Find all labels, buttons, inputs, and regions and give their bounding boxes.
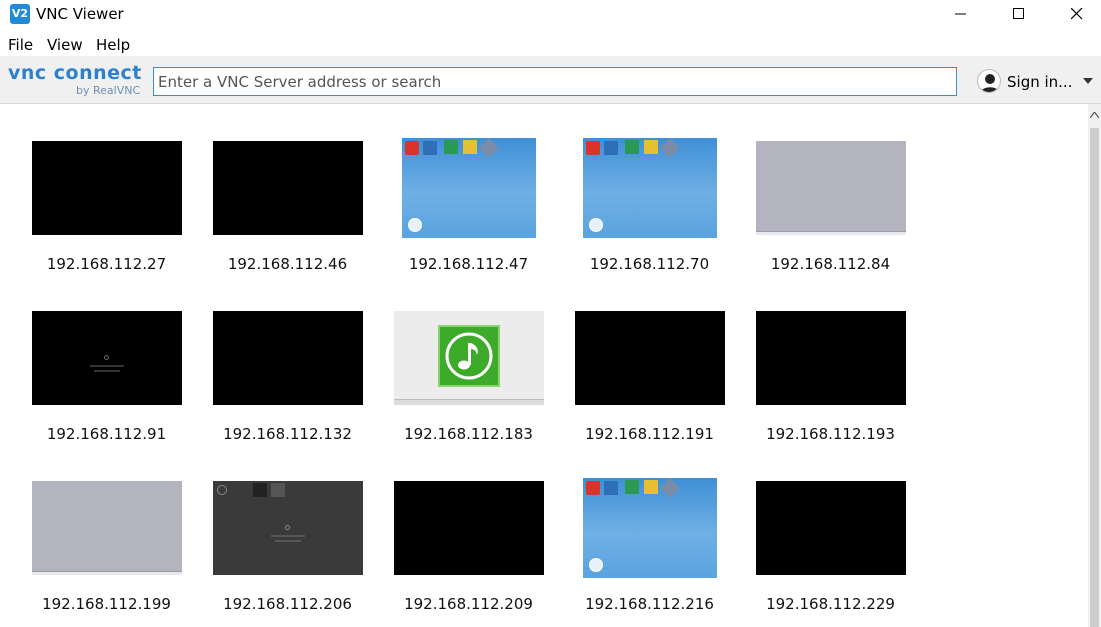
- menu-view[interactable]: View: [47, 36, 83, 54]
- host-address-label: 192.168.112.216: [585, 595, 714, 613]
- host-address-label: 192.168.112.199: [42, 595, 171, 613]
- host-tile[interactable]: 192.168.112.193: [740, 308, 921, 458]
- host-preview: [213, 141, 363, 235]
- host-tile[interactable]: 192.168.112.216: [559, 478, 740, 627]
- app-shortcut-icon: [586, 481, 600, 495]
- host-address-label: 192.168.112.47: [408, 255, 529, 273]
- desktop-logo-icon: [408, 218, 422, 232]
- app-shortcut-icon: [444, 140, 458, 154]
- search-input[interactable]: [153, 67, 957, 96]
- vnc-connect-logo: vnc connect by RealVNC: [8, 62, 144, 98]
- host-tile[interactable]: 192.168.112.84: [740, 138, 921, 288]
- host-tile[interactable]: 192.168.112.47: [378, 138, 559, 288]
- close-icon: [1071, 8, 1083, 20]
- host-preview: [213, 481, 363, 575]
- host-preview: [32, 141, 182, 235]
- host-address-label: 192.168.112.193: [766, 425, 895, 443]
- app-shortcut-icon: [625, 140, 639, 154]
- host-preview: [394, 311, 544, 405]
- host-preview: [756, 481, 906, 575]
- host-preview: [756, 311, 906, 405]
- host-tile[interactable]: 192.168.112.229: [740, 478, 921, 627]
- app-shortcut-icon: [625, 480, 639, 494]
- app-shortcut-icon: [586, 141, 600, 155]
- app-shortcut-icon: [405, 141, 419, 155]
- sign-in-button[interactable]: Sign in...: [977, 69, 1101, 95]
- host-address-label: 192.168.112.91: [46, 425, 167, 443]
- host-tile[interactable]: 192.168.112.206: [197, 478, 378, 627]
- desktop-logo-icon: [589, 558, 603, 572]
- maximize-icon: [1013, 8, 1024, 19]
- close-button[interactable]: [1054, 0, 1100, 30]
- vertical-scrollbar[interactable]: [1088, 104, 1101, 627]
- host-preview: [583, 478, 717, 578]
- host-tile[interactable]: 192.168.112.70: [559, 138, 740, 288]
- app-shortcut-icon: [604, 481, 618, 495]
- minimize-button[interactable]: [938, 0, 984, 30]
- app-shortcut-icon: [463, 140, 477, 154]
- brand-main-text: vnc connect: [8, 62, 142, 84]
- host-tile[interactable]: 192.168.112.132: [197, 308, 378, 458]
- app-shortcut-icon: [604, 141, 618, 155]
- host-preview: [213, 311, 363, 405]
- app-shortcut-icon: [660, 478, 680, 498]
- user-avatar-icon: [977, 69, 1001, 93]
- host-preview: [32, 311, 182, 405]
- chevron-down-icon[interactable]: [1083, 78, 1093, 84]
- host-address-label: 192.168.112.209: [404, 595, 533, 613]
- host-address-label: 192.168.112.191: [585, 425, 714, 443]
- menu-file[interactable]: File: [8, 36, 33, 54]
- host-preview: [32, 481, 182, 575]
- host-address-label: 192.168.112.84: [770, 255, 891, 273]
- menu-help[interactable]: Help: [96, 36, 130, 54]
- loading-spinner-icon: [285, 525, 290, 530]
- app-shortcut-icon: [644, 480, 658, 494]
- host-tile[interactable]: 192.168.112.191: [559, 308, 740, 458]
- app-shortcut-icon: [660, 138, 680, 158]
- host-address-label: 192.168.112.27: [46, 255, 167, 273]
- app-shortcut-icon: [423, 141, 437, 155]
- host-address-label: 192.168.112.46: [227, 255, 348, 273]
- host-tile[interactable]: 192.168.112.91: [16, 308, 197, 458]
- menu-bar: File View Help: [0, 32, 1101, 56]
- host-address-label: 192.168.112.70: [589, 255, 710, 273]
- scroll-thumb[interactable]: [1090, 128, 1099, 627]
- host-preview: [394, 481, 544, 575]
- host-preview: [756, 141, 906, 235]
- host-address-label: 192.168.112.206: [223, 595, 352, 613]
- app-shortcut-icon: [271, 483, 285, 497]
- maximize-button[interactable]: [996, 0, 1042, 30]
- music-note-icon: [438, 325, 500, 387]
- toolbar: vnc connect by RealVNC Sign in...: [0, 56, 1101, 104]
- host-preview: [583, 138, 717, 238]
- host-tile[interactable]: 192.168.112.199: [16, 478, 197, 627]
- host-address-label: 192.168.112.132: [223, 425, 352, 443]
- minimize-icon: [955, 13, 966, 15]
- loading-spinner-icon: [104, 355, 109, 360]
- host-tile[interactable]: 192.168.112.209: [378, 478, 559, 627]
- vnc-app-icon: V2: [10, 4, 30, 24]
- host-preview: [575, 311, 725, 405]
- host-tile[interactable]: 192.168.112.46: [197, 138, 378, 288]
- title-bar: V2 VNC Viewer: [0, 0, 1101, 30]
- host-tile[interactable]: 192.168.112.27: [16, 138, 197, 288]
- app-shortcut-icon: [217, 485, 227, 495]
- host-address-label: 192.168.112.229: [766, 595, 895, 613]
- sign-in-label: Sign in...: [1007, 73, 1073, 91]
- host-address-label: 192.168.112.183: [404, 425, 533, 443]
- host-preview: [402, 138, 536, 238]
- brand-sub-text: by RealVNC: [76, 84, 141, 97]
- app-shortcut-icon: [253, 483, 267, 497]
- scroll-up-arrow-icon[interactable]: [1090, 112, 1099, 118]
- desktop-logo-icon: [589, 218, 603, 232]
- host-tile[interactable]: 192.168.112.183: [378, 308, 559, 458]
- app-shortcut-icon: [479, 138, 499, 158]
- app-shortcut-icon: [644, 140, 658, 154]
- window-title: VNC Viewer: [36, 5, 124, 23]
